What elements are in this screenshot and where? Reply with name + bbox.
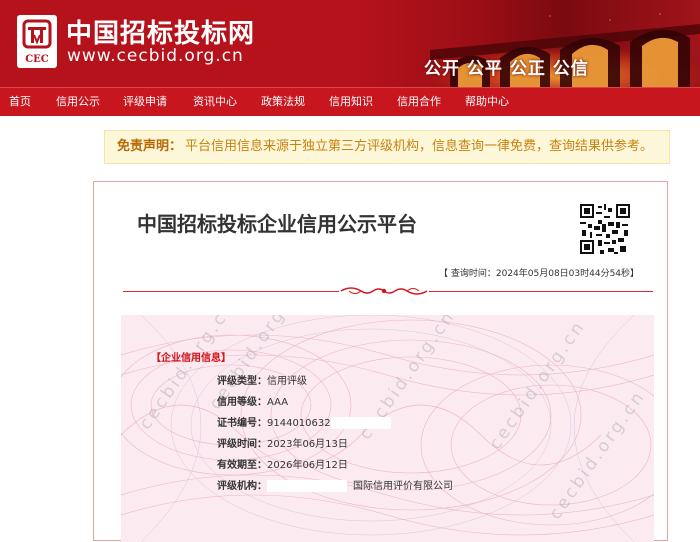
field-key: 有效期至： [217,460,267,471]
platform-title: 中国招标投标企业信用公示平台 [137,212,417,236]
field-rating-type: 评级类型：信用评级 [217,374,307,390]
disclaimer-label: 免责声明： [117,139,183,154]
site-header: CEC 中国招标投标网 www.cecbid.org.cn 公开 公平 公正 公… [0,0,700,87]
field-key: 评级类型： [217,376,267,387]
disclaimer-banner: 免责声明： 平台信用信息来源于独立第三方评级机构，信息查询一律免费，查询结果供参… [104,130,670,164]
header-slogan: 公开 公平 公正 公信 [424,59,589,79]
redaction-mask [267,480,347,492]
nav-item-policies[interactable]: 政策法规 [261,88,305,116]
disclaimer-text: 平台信用信息来源于独立第三方评级机构，信息查询一律免费，查询结果供参考。 [185,139,654,154]
nav-item-credit-knowledge[interactable]: 信用知识 [329,88,373,116]
credit-card-panel: 中国招标投标企业信用公示平台 【 查询时间：2024年05月08日03时44分5… [93,181,668,542]
nav-item-credit-cooperation[interactable]: 信用合作 [397,88,441,116]
nav-item-help-center[interactable]: 帮助中心 [465,88,509,116]
query-time: 【 查询时间：2024年05月08日03时44分54秒】 [439,269,640,279]
site-logo[interactable]: CEC [17,15,57,68]
site-url: www.cecbid.org.cn [67,46,244,66]
site-title: 中国招标投标网 [66,19,256,49]
field-certificate-number: 证书编号：9144010632 [217,416,391,432]
certificate-area: cecbid.org.cn cecbid.org.cn cecbid.org.c… [121,315,654,542]
field-rating-date: 评级时间：2023年06月13日 [217,437,348,453]
field-value: AAA [267,397,289,408]
divider-ornament-icon [339,287,429,295]
field-value: 2023年06月13日 [267,439,348,450]
logo-text: CEC [25,54,49,65]
qr-code-icon[interactable] [580,204,630,254]
field-value: 2026年06月12日 [267,460,348,471]
section-label: 【企业信用信息】 [151,353,231,364]
field-key: 信用等级： [217,397,267,408]
nav-item-home[interactable]: 首页 [9,88,31,116]
field-valid-until: 有效期至：2026年06月12日 [217,458,348,474]
field-value: 国际信用评价有限公司 [353,481,453,492]
main-nav: 首页 信用公示 评级申请 资讯中心 政策法规 信用知识 信用合作 帮助中心 [0,87,700,116]
field-credit-grade: 信用等级：AAA [217,395,288,411]
field-key: 评级机构： [217,481,267,492]
nav-item-credit-publicity[interactable]: 信用公示 [56,88,100,116]
field-value: 9144010632 [267,418,331,429]
logo-mark-icon [22,19,52,49]
redaction-mask [330,417,391,429]
field-value: 信用评级 [267,376,307,387]
field-key: 证书编号： [217,418,267,429]
nav-item-rating-application[interactable]: 评级申请 [123,88,167,116]
nav-item-news-center[interactable]: 资讯中心 [193,88,237,116]
field-rating-agency: 评级机构： 国际信用评价有限公司 [217,479,453,495]
field-key: 评级时间： [217,439,267,450]
